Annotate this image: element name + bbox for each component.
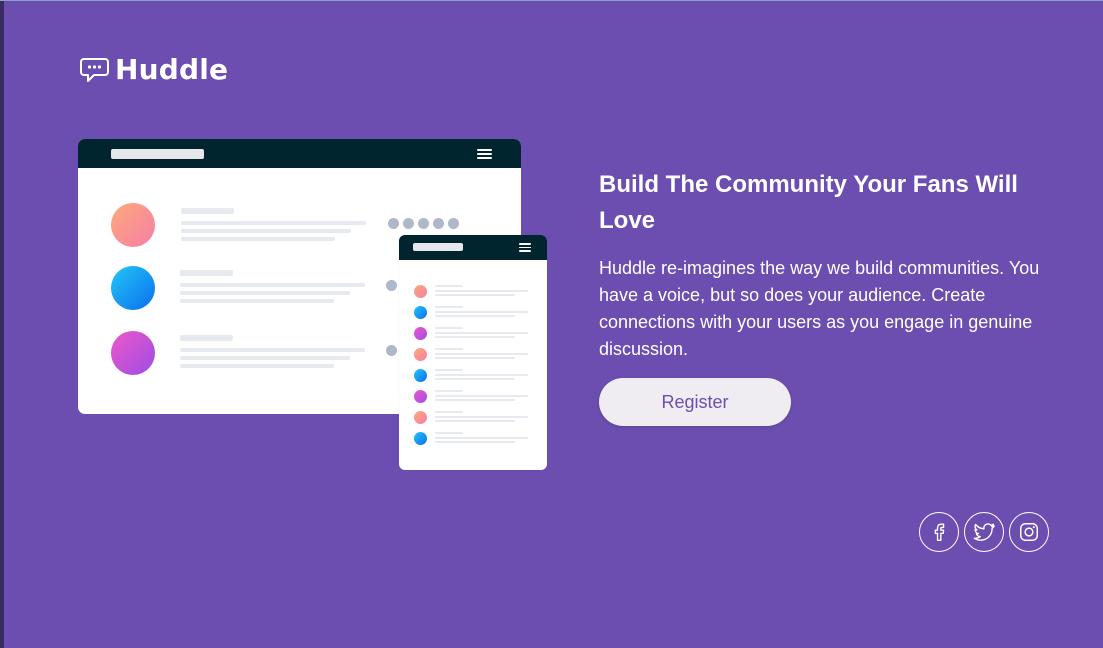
avatar: [414, 432, 427, 445]
mockup-line: [435, 369, 463, 371]
mockup-dot: [388, 218, 399, 229]
mockup-line: [435, 290, 528, 292]
mockup-line: [435, 437, 528, 439]
mockup-title-placeholder: [111, 149, 204, 159]
avatar: [414, 348, 427, 361]
avatar: [111, 331, 155, 375]
mockup-topbar: [399, 235, 547, 260]
mockup-line: [435, 420, 515, 422]
mockup-line: [181, 208, 234, 214]
mockup-line: [181, 229, 351, 233]
mockup-dot: [448, 218, 459, 229]
hero-description: Huddle re-imagines the way we build comm…: [599, 258, 1040, 359]
avatar: [414, 285, 427, 298]
mockup-dot: [418, 218, 429, 229]
mockup-line: [435, 315, 515, 317]
mockup-line: [180, 270, 233, 276]
mockup-line: [435, 411, 463, 413]
mockup-line: [435, 441, 515, 443]
mockup-dot: [386, 280, 397, 291]
mockup-line: [435, 294, 515, 296]
logo[interactable]: Huddle: [80, 55, 228, 85]
mockup-row: [399, 408, 547, 426]
logo-text: Huddle: [115, 53, 229, 86]
hero-heading: Build The Community Your Fans Will Love: [599, 171, 1018, 234]
mockup-row: [399, 345, 547, 363]
mockup-line: [181, 237, 335, 241]
mockup-line: [435, 327, 463, 329]
mockup-line: [435, 378, 515, 380]
mockup-line: [435, 399, 515, 401]
mockup-line: [181, 221, 366, 225]
avatar: [414, 306, 427, 319]
mockup-line: [435, 306, 463, 308]
mockup-line: [180, 283, 365, 287]
facebook-icon: [934, 523, 945, 541]
mockup-row: [399, 324, 547, 342]
mockup-topbar: [78, 139, 521, 168]
page: Huddle Build The Community Your Fans Wil…: [0, 0, 1103, 648]
avatar: [414, 411, 427, 424]
instagram-icon: [1020, 523, 1038, 541]
twitter-link[interactable]: [964, 512, 1004, 552]
avatar: [414, 327, 427, 340]
window-edge: [0, 1, 4, 648]
social-links: [919, 512, 1049, 552]
chat-bubble-icon: [80, 58, 109, 82]
mockup-row: [399, 303, 547, 321]
mockup-line: [435, 336, 515, 338]
mockup-line: [180, 348, 365, 352]
register-button[interactable]: Register: [599, 378, 791, 426]
avatar: [414, 369, 427, 382]
avatar: [414, 390, 427, 403]
mockup-line: [435, 390, 463, 392]
avatar: [111, 266, 155, 310]
facebook-link[interactable]: [919, 512, 959, 552]
mockup-line: [180, 364, 334, 368]
mockup-dot: [433, 218, 444, 229]
mockup-row: [399, 282, 547, 300]
mockup-title-placeholder: [413, 243, 463, 251]
mockup-line: [435, 395, 528, 397]
mockup-line: [435, 432, 463, 434]
mockup-line: [435, 332, 528, 334]
mockup-line: [180, 335, 233, 341]
instagram-link[interactable]: [1009, 512, 1049, 552]
mockup-line: [435, 357, 515, 359]
mockup-line: [435, 285, 463, 287]
mockup-dot: [386, 345, 397, 356]
mockup-line: [435, 311, 528, 313]
mockup-line: [435, 374, 528, 376]
mockup-line: [435, 416, 528, 418]
mockup-line: [180, 299, 334, 303]
mockup-line: [180, 356, 350, 360]
hamburger-icon: [519, 243, 531, 252]
twitter-icon: [973, 523, 995, 541]
mockup-row: [399, 429, 547, 447]
avatar: [111, 203, 155, 247]
mockup-mobile-illustration: [399, 235, 547, 470]
mockup-line: [435, 348, 463, 350]
mockup-row: [399, 366, 547, 384]
mockup-line: [180, 291, 350, 295]
hamburger-icon: [477, 149, 492, 159]
mockup-line: [435, 353, 528, 355]
mockup-row: [399, 387, 547, 405]
mockup-dot: [403, 218, 414, 229]
